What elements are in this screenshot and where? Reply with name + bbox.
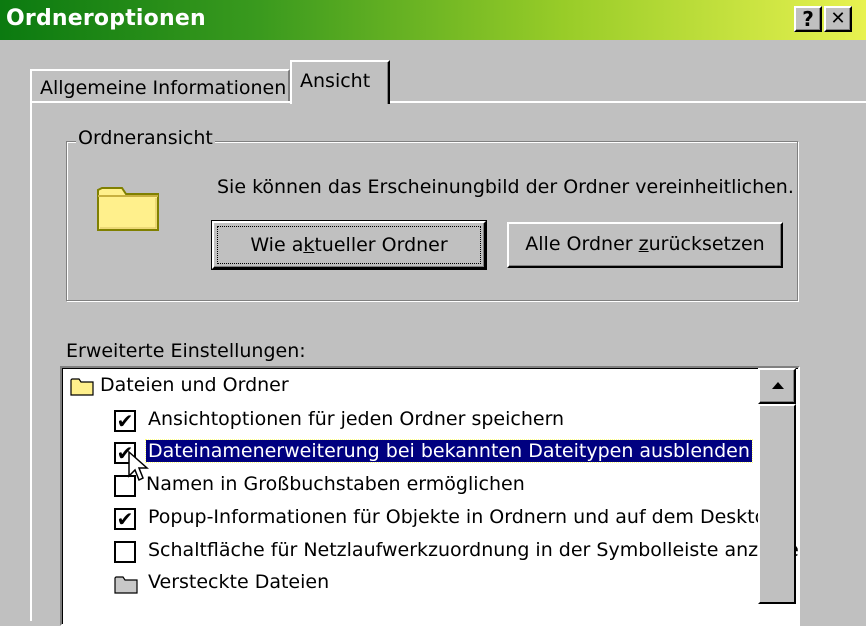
list-item-label: Schaltfläche für Netzlaufwerkzuordnung i… — [148, 539, 799, 561]
folder-icon — [70, 378, 94, 396]
folder-view-group-label: Ordneransicht — [76, 127, 215, 149]
reset-all-folders-label-b: urücksetzen — [648, 233, 765, 255]
tab-view[interactable]: Ansicht — [290, 60, 390, 104]
title-bar[interactable]: Ordneroptionen ? ✕ — [0, 0, 866, 40]
close-button[interactable]: ✕ — [824, 6, 852, 32]
checkbox-icon[interactable]: ✔ — [114, 410, 136, 432]
folder-icon — [97, 187, 159, 231]
window-title: Ordneroptionen — [6, 6, 206, 31]
list-item-label: Namen in Großbuchstaben ermöglichen — [146, 473, 525, 495]
focus-rect — [217, 226, 481, 264]
scroll-up-arrow-icon — [772, 382, 784, 389]
folder-view-description: Sie können das Erscheinungbild der Ordne… — [217, 176, 794, 198]
advanced-settings-list[interactable]: Dateien und Ordner ✔ Ansichtoptionen für… — [60, 366, 800, 626]
help-button[interactable]: ? — [794, 6, 822, 32]
list-item-label: Popup-Informationen für Objekte in Ordne… — [148, 506, 797, 528]
scroll-up-button[interactable] — [758, 368, 796, 404]
list-item-label: Dateien und Ordner — [100, 374, 289, 396]
list-item-label-selected: Dateinamenerweiterung bei bekannten Date… — [145, 439, 753, 463]
tab-general[interactable]: Allgemeine Informationen — [30, 69, 290, 102]
advanced-settings-label: Erweiterte Einstellungen: — [66, 340, 306, 362]
vertical-scrollbar[interactable] — [758, 368, 796, 604]
folder-icon — [114, 576, 138, 594]
reset-all-folders-button[interactable]: Alle Ordner zurücksetzen — [507, 222, 783, 268]
checkbox-icon[interactable] — [114, 541, 136, 563]
scroll-thumb[interactable] — [758, 404, 796, 604]
mouse-cursor-icon — [128, 450, 149, 482]
checkbox-icon[interactable]: ✔ — [114, 508, 136, 530]
reset-all-folders-label-a: Alle Ordner — [525, 233, 639, 255]
reset-all-folders-accelerator: z — [638, 233, 649, 255]
like-current-folder-button[interactable]: Wie aktueller Ordner — [211, 220, 487, 270]
list-item-label: Ansichtoptionen für jeden Ordner speiche… — [148, 408, 565, 430]
